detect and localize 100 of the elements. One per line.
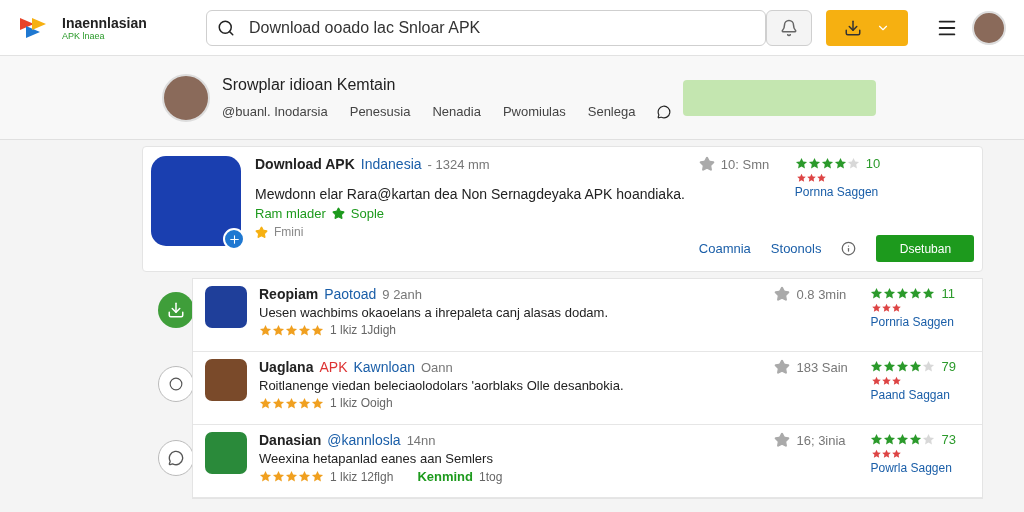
app-description: Weexina hetapanlad eanes aan Semlers (259, 451, 494, 466)
filled-star-icon (870, 433, 884, 446)
brand-name: Inaennlasian (62, 14, 148, 31)
rating-count: 11 (941, 286, 955, 301)
filled-star-icon (794, 157, 808, 170)
filled-star-icon (311, 323, 324, 337)
filled-star-icon (285, 396, 298, 410)
filled-star-icon (311, 470, 324, 483)
rating-link[interactable]: Powrla Saggen (870, 461, 971, 475)
app-user: Paotoad (324, 286, 377, 302)
filled-star-icon (285, 323, 298, 337)
download-icon (844, 18, 862, 37)
app-user: Kawnloan (353, 359, 415, 375)
list-row[interactable]: Uaglana APK Kawnloan Oann Roitlanenge viedan beleciaolodolars 'aorblaks Olle desanbokia. 1 lkiz Ooigh 183 Sain 79 Paand Saggan (193, 352, 983, 425)
filled-star-icon (259, 396, 272, 410)
badge-icon (255, 225, 268, 239)
rating-text: 10: Smn (720, 156, 770, 172)
filled-star-icon (922, 287, 936, 300)
filled-star-icon (870, 360, 884, 373)
filled-star-icon (820, 157, 834, 170)
primary-button[interactable]: Dsetuban (876, 235, 975, 262)
search-icon (217, 18, 235, 37)
download-icon (167, 301, 185, 319)
app-time: Oann (421, 359, 453, 375)
profile-link[interactable]: Pwomiulas (502, 104, 566, 119)
filled-star-icon (285, 470, 298, 483)
brand-subtitle: APK lnaea (62, 30, 106, 41)
profile-link[interactable]: Nenadia (432, 104, 481, 119)
app-tag: APK (319, 359, 348, 375)
app-description: Mewdonn elar Rara@kartan dea Non Sernagdeyaka APK hoandiaka. (255, 186, 685, 202)
app-icon (205, 286, 247, 328)
action-link[interactable]: Stoonols (770, 241, 822, 256)
filled-star-icon (272, 323, 285, 337)
filled-star-icon (909, 433, 923, 446)
filled-star-icon (272, 470, 285, 483)
app-title: Danasian (259, 432, 322, 448)
add-icon[interactable] (223, 228, 245, 250)
app-description: Uesen wachbims okaoelans a ihrepaleta canj alasas dodam. (259, 305, 610, 320)
filled-star-icon (807, 157, 821, 170)
status-label: Kenmind (417, 469, 473, 484)
filled-star-icon (896, 287, 910, 300)
app-badge-note: 1tog (479, 469, 503, 484)
list-row[interactable]: Reopiam Paotoad 9 2anh Uesen wachbims okaoelans a ihrepaleta canj alasas dodam. 1 lkiz 1Jdigh 0.8 3min 11 Pornria Saggen (193, 279, 983, 352)
avatar[interactable] (972, 10, 1006, 45)
app-icon (205, 359, 247, 401)
sidebar-button[interactable] (158, 292, 194, 328)
filled-star-icon (909, 287, 923, 300)
rating-text: 183 Sain (796, 359, 848, 375)
rating-link[interactable]: Paand Saggan (870, 388, 971, 402)
app-time: 9 2anh (382, 286, 423, 302)
filled-star-icon (272, 396, 285, 410)
filled-star-icon (833, 157, 847, 170)
chat-icon (168, 450, 184, 466)
filled-star-icon (896, 433, 910, 446)
app-meta: 1 lkiz 1Jdigh (330, 323, 397, 337)
notification-button[interactable] (766, 9, 812, 46)
star-icon (774, 432, 791, 448)
filled-star-icon (870, 287, 884, 300)
info-icon[interactable] (841, 241, 857, 256)
filled-star-icon (298, 323, 311, 337)
app-tag: Indanesia (360, 156, 422, 172)
app-extra: Fmini (274, 225, 304, 239)
filled-star-icon (311, 396, 324, 410)
app-description: Roitlanenge viedan beleciaolodolars 'aorblaks Olle desanbokia. (259, 378, 625, 393)
rating-count: 79 (941, 359, 956, 374)
rating-link[interactable]: Pornria Saggen (870, 315, 971, 329)
filled-star-icon (298, 470, 311, 483)
filled-star-icon (883, 433, 897, 446)
star-icon (774, 359, 791, 375)
sidebar-button[interactable] (158, 440, 194, 476)
app-user: @kannlosla (327, 432, 401, 448)
filled-star-icon (896, 360, 910, 373)
app-meta: 1 lkiz Ooigh (330, 396, 393, 410)
app-time: 14nn (406, 432, 436, 448)
star-icon (698, 156, 715, 172)
logo-icon (18, 15, 48, 40)
filled-star-icon (259, 470, 272, 483)
filled-star-icon (883, 287, 897, 300)
rating-link[interactable]: Pornna Saggen (794, 185, 895, 199)
list-row[interactable]: Danasian @kannlosla 14nn Weexina hetapanlad eanes aan Semlers 1 lkiz 12flgh Kenmind 1tog 16; 3inia 73 Powrla Saggen (193, 425, 983, 498)
app-meta: 1 lkiz 12flgh (330, 469, 394, 484)
profile-link[interactable]: Senlega (587, 104, 636, 119)
profile-link[interactable]: Penesusia (349, 104, 411, 119)
download-button[interactable] (826, 9, 908, 46)
filled-star-icon (909, 360, 923, 373)
action-link[interactable]: Coamnia (698, 241, 751, 256)
app-title: Download APK (255, 156, 355, 172)
avatar (162, 73, 210, 122)
sidebar-button[interactable] (158, 366, 194, 402)
rating-text: 16; 3inia (796, 432, 846, 448)
filled-star-icon (298, 396, 311, 410)
app-title: Uaglana (259, 359, 314, 375)
chat-icon[interactable] (657, 104, 672, 119)
search-field[interactable]: Download ooado lac Snloar APK (206, 9, 766, 46)
developer-name: Ram mlader (255, 206, 326, 221)
filled-star-icon (883, 360, 897, 373)
app-time: - 1324 mm (427, 156, 490, 172)
bell-icon (780, 18, 798, 37)
profile-link[interactable]: @buanl. Inodarsia (222, 104, 328, 119)
app-title: Reopiam (259, 286, 319, 302)
